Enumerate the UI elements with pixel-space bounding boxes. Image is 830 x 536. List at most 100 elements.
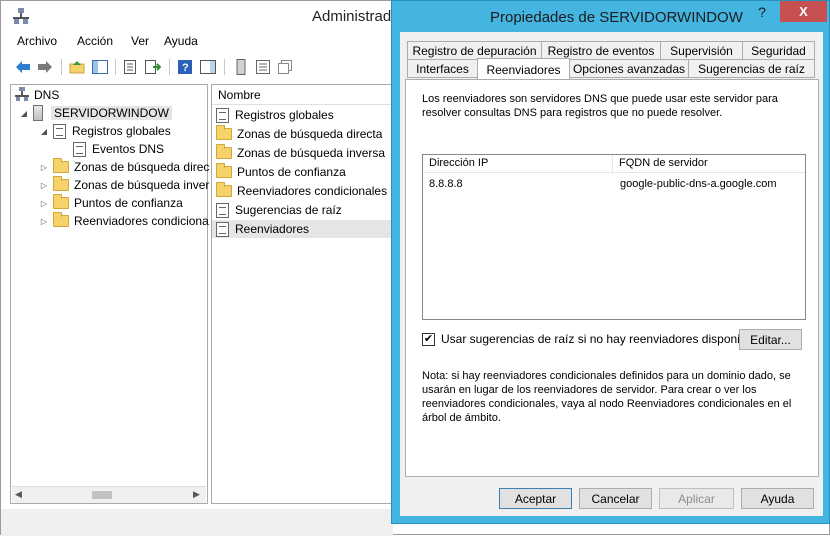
tree-label: Zonas de búsqueda direc [74,160,210,174]
tree-item-zonas-inversa[interactable]: ▷ Zonas de búsqueda inver [39,176,209,194]
copy-icon[interactable] [275,57,295,77]
close-button[interactable]: X [780,1,827,22]
server-icon[interactable] [231,57,251,77]
expand-arrow-icon[interactable]: ▷ [39,163,49,172]
tree-item-registros-globales[interactable]: ◢ Registros globales [39,122,171,140]
list-item[interactable]: Zonas de búsqueda directa [216,125,382,143]
folder-icon [216,144,232,159]
scroll-thumb[interactable] [92,491,112,499]
column-nombre: Nombre [218,88,261,102]
use-root-hints-checkbox[interactable]: ✔ [422,333,435,346]
conditional-forwarders-note: Nota: si hay reenviadores condicionales … [422,370,792,424]
tree-label: Puntos de confianza [74,196,183,210]
ok-button[interactable]: Aceptar [499,488,572,509]
column-fqdn[interactable]: FQDN de servidor [613,155,805,173]
forwarders-list-header: Dirección IP FQDN de servidor [423,155,805,173]
list-item-label: Zonas de búsqueda inversa [237,146,386,160]
server-icon [33,105,43,121]
tree-label: Reenviadores condiciona [74,214,209,228]
expand-arrow-icon[interactable]: ▷ [39,199,49,208]
menu-archivo[interactable]: Archivo [13,34,61,48]
menu-accion[interactable]: Acción [73,34,117,48]
properties-icon[interactable] [120,57,140,77]
folder-icon [216,163,232,178]
svg-text:?: ? [182,62,189,74]
up-folder-icon[interactable] [67,57,87,77]
forwarders-list[interactable]: Dirección IP FQDN de servidor 8.8.8.8 go… [422,154,806,320]
show-hide-tree-icon[interactable] [90,57,110,77]
tab-sugerencias-raiz[interactable]: Sugerencias de raíz [688,59,815,78]
folder-icon [53,194,69,209]
tree-label: Eventos DNS [92,142,165,156]
tree-item-zonas-directa[interactable]: ▷ Zonas de búsqueda direc [39,158,209,176]
toolbar: ? [9,56,389,80]
action-pane-icon[interactable] [198,57,218,77]
collapse-arrow-icon[interactable]: ◢ [19,109,29,118]
help-button[interactable]: ? [747,1,777,22]
forwarders-description: Los reenviadores son servidores DNS que … [422,93,778,119]
cancel-button[interactable]: Cancelar [579,488,652,509]
list-item[interactable]: Zonas de búsqueda inversa [216,144,385,162]
list-item-label: Zonas de búsqueda directa [237,127,383,141]
properties-dialog: Propiedades de SERVIDORWINDOW ? X Regist… [391,0,830,524]
list-item[interactable]: Reenviadores condicionales [216,182,387,200]
tree-item-eventos-dns[interactable]: Eventos DNS [73,140,164,158]
result-list-pane: Nombre Registros globales Zonas de búsqu… [211,84,393,504]
scope-tree-pane: DNS ◢ SERVIDORWINDOW ◢ Registros globale… [10,84,209,504]
scroll-right-icon[interactable]: ▶ [193,489,200,500]
list-item-label: Reenviadores [235,222,310,236]
edit-button[interactable]: Editar... [739,329,802,350]
tree-label: Zonas de búsqueda inver [74,178,210,192]
list-item-selected[interactable]: Reenviadores [212,220,392,238]
apply-button[interactable]: Aplicar [659,488,734,509]
forwarder-fqdn[interactable]: google-public-dns-a.google.com [620,178,777,190]
forward-arrow-icon[interactable] [35,57,55,77]
help-dialog-button[interactable]: Ayuda [741,488,814,509]
tree-label: Registros globales [72,124,171,138]
back-arrow-icon[interactable] [13,57,33,77]
help-icon[interactable]: ? [175,57,195,77]
dns-app-icon [13,8,29,24]
tree-item-reenviadores-condicionales[interactable]: ▷ Reenviadores condiciona [39,212,209,230]
menu-ver[interactable]: Ver [127,34,153,48]
root-hints-icon [216,202,229,218]
tab-seguridad[interactable]: Seguridad [742,41,815,60]
mmc-window-title: Administrad [312,8,392,25]
list-item[interactable]: Registros globales [216,106,334,124]
dialog-title: Propiedades de SERVIDORWINDOW [490,9,743,26]
scroll-left-icon[interactable]: ◀ [15,489,22,500]
dns-tree-icon [15,86,29,104]
list-item-label: Sugerencias de raíz [235,203,342,217]
event-log-icon [73,141,86,157]
tab-opciones-avanzadas[interactable]: Opciones avanzadas [569,59,689,78]
expand-arrow-icon[interactable]: ▷ [39,217,49,226]
folder-icon [216,182,232,197]
column-ip[interactable]: Dirección IP [423,155,613,173]
list-item[interactable]: Puntos de confianza [216,163,346,181]
tab-reenviadores[interactable]: Reenviadores [477,58,570,80]
list-item-label: Reenviadores condicionales [237,184,388,198]
tab-supervision[interactable]: Supervisión [660,41,743,60]
list-column-header[interactable]: Nombre [212,85,392,105]
expand-arrow-icon[interactable]: ▷ [39,181,49,190]
dialog-body: Registro de depuración Registro de event… [400,32,823,516]
tree-item-puntos-confianza[interactable]: ▷ Puntos de confianza [39,194,183,212]
list-item-label: Puntos de confianza [237,165,346,179]
export-list-icon[interactable] [143,57,163,77]
tab-interfaces[interactable]: Interfaces [407,59,478,78]
global-log-icon [216,107,229,123]
folder-icon [53,158,69,173]
tree-horizontal-scrollbar[interactable]: ◀ ▶ [12,486,206,503]
collapse-arrow-icon[interactable]: ◢ [39,127,49,136]
status-bar [1,509,393,536]
list-icon[interactable] [253,57,273,77]
forwarder-ip[interactable]: 8.8.8.8 [429,178,463,190]
forwarders-tab-panel: Los reenviadores son servidores DNS que … [405,79,819,477]
folder-icon [53,212,69,227]
forwarders-icon [216,221,229,237]
tree-label-dns: DNS [34,88,60,102]
list-item[interactable]: Sugerencias de raíz [216,201,342,219]
tree-item-dns[interactable]: DNS [15,86,59,104]
tree-item-server[interactable]: ◢ SERVIDORWINDOW [19,104,172,122]
menu-ayuda[interactable]: Ayuda [160,34,202,48]
